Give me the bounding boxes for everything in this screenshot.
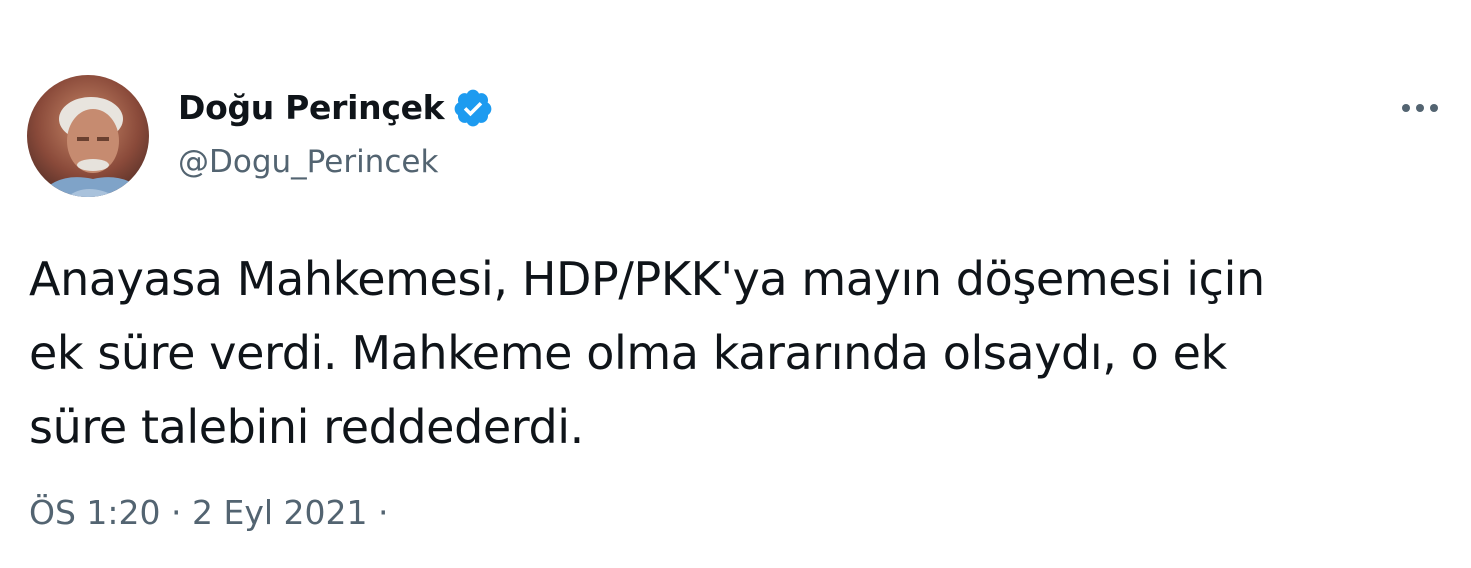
avatar-photo-icon (27, 75, 149, 197)
verified-badge-icon (452, 87, 494, 129)
tweet-timestamp: ÖS 1:20 · 2 Eyl 2021 · (29, 491, 389, 535)
author-handle[interactable]: @Dogu_Perincek (178, 140, 438, 184)
tweet-body-text: Anayasa Mahkemesi, HDP/PKK'ya mayın döşe… (29, 252, 1265, 454)
more-options-button[interactable] (1395, 86, 1445, 130)
more-horizontal-icon (1402, 104, 1438, 112)
tweet-time-link[interactable]: ÖS 1:20 (29, 493, 161, 532)
timestamp-trailing-separator: · (367, 493, 389, 532)
author-display-name[interactable]: Doğu Perinçek (178, 86, 494, 130)
author-name-text[interactable]: Doğu Perinçek (178, 86, 445, 130)
author-avatar[interactable] (27, 75, 149, 197)
timestamp-separator: · (160, 493, 193, 532)
tweet-date-link[interactable]: 2 Eyl 2021 (192, 493, 368, 532)
